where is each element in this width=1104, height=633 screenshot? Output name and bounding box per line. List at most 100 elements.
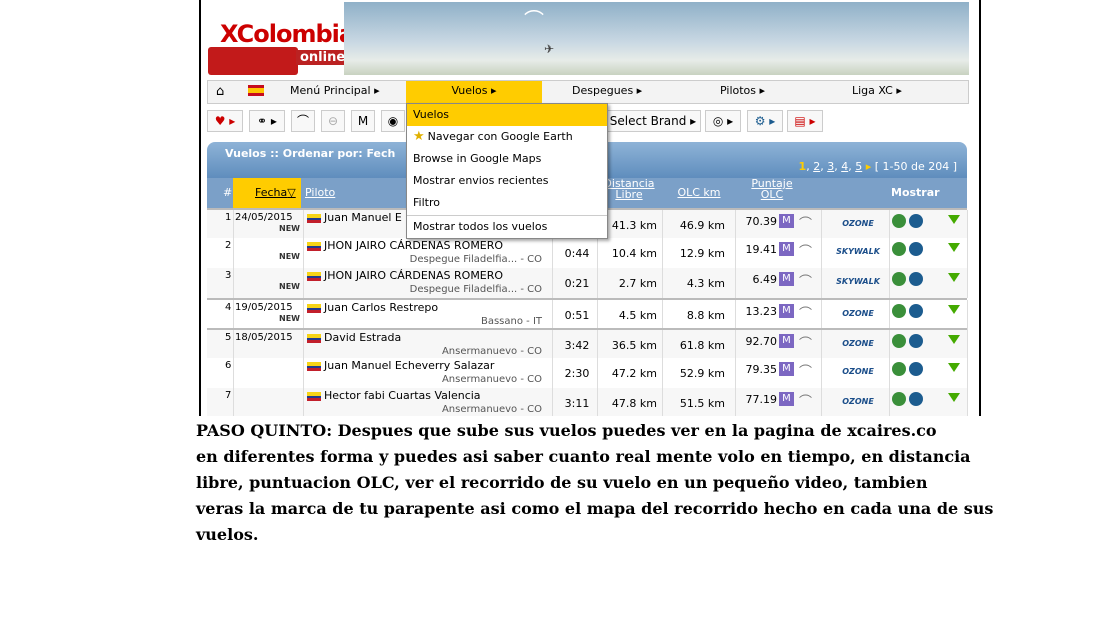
google-earth-icon[interactable] — [909, 304, 923, 318]
pilot-name-link[interactable]: JHON JAIRO CÁRDENAS ROMERO — [324, 239, 503, 252]
olc-icon[interactable]: M — [779, 304, 794, 318]
gear-icon[interactable]: ⚙ ▸ — [747, 110, 783, 132]
table-row[interactable]: 6 Juan Manuel Echeverry Salazar Ansermanue… — [207, 358, 968, 389]
table-row[interactable]: 7 Hector fabi Cuartas Valencia Ansermanuev… — [207, 388, 968, 416]
select-brand-button[interactable]: Select Brand ▸ — [605, 110, 701, 132]
next-page-icon[interactable]: ▸ — [866, 160, 872, 173]
takeoff-site-link[interactable]: Ansermanuevo - CO — [387, 374, 542, 385]
olc-distance: 51.5 km — [679, 397, 725, 410]
column-divider — [303, 238, 304, 268]
pdf-icon[interactable]: ▤ ▸ — [787, 110, 823, 132]
glider-icon: ⌒ — [799, 395, 813, 410]
column-divider — [735, 238, 736, 268]
site-logo[interactable]: XColombia online — [206, 2, 355, 75]
free-distance: 10.4 km — [611, 247, 657, 260]
col-distance[interactable]: Distancia Libre — [599, 178, 659, 200]
row-number: 3 — [225, 270, 232, 281]
map-view-icon[interactable] — [892, 362, 906, 376]
glider-brand-logo: OZONE — [842, 367, 874, 376]
expand-row-icon[interactable] — [948, 243, 960, 252]
takeoff-site-link[interactable]: Despegue Filadelfia... - CO — [387, 254, 542, 265]
glider-brand-logo: OZONE — [842, 339, 874, 348]
pilot-name-link[interactable]: Juan Carlos Restrepo — [324, 301, 438, 314]
expand-row-icon[interactable] — [948, 335, 960, 344]
flight-date: 19/05/2015 — [235, 302, 293, 313]
map-view-icon[interactable] — [892, 214, 906, 228]
pilot-name-link[interactable]: JHON JAIRO CÁRDENAS ROMERO — [324, 269, 503, 282]
table-row[interactable]: 4 19/05/2015 NEW Juan Carlos Restrepo Bassan… — [207, 298, 968, 331]
home-icon[interactable]: ⌂ — [216, 84, 224, 99]
menu-item-despegues[interactable]: Despegues ▸ — [572, 84, 642, 97]
google-earth-icon[interactable] — [909, 334, 923, 348]
glider-icon: ⌒ — [799, 307, 813, 322]
google-earth-icon[interactable] — [909, 272, 923, 286]
col-pilot[interactable]: Piloto — [305, 186, 335, 199]
column-divider — [662, 388, 663, 416]
google-earth-icon[interactable] — [909, 214, 923, 228]
menu-item-pilotos[interactable]: Pilotos ▸ — [720, 84, 765, 97]
olc-icon[interactable]: M — [779, 242, 794, 256]
takeoff-site-link[interactable]: Ansermanuevo - CO — [387, 346, 542, 357]
olc-icon[interactable]: M — [779, 334, 794, 348]
dropdown-item-google-earth[interactable]: ★ Navegar con Google Earth — [407, 126, 607, 148]
takeoff-site-link[interactable]: Bassano - IT — [387, 316, 542, 327]
expand-row-icon[interactable] — [948, 273, 960, 282]
dropdown-item-google-maps[interactable]: Browse in Google Maps — [407, 148, 607, 170]
map-view-icon[interactable] — [892, 334, 906, 348]
pilot-name-link[interactable]: Hector fabi Cuartas Valencia — [324, 389, 481, 402]
country-filter-icon[interactable]: ◉ — [381, 110, 405, 132]
col-olc-km[interactable]: OLC km — [669, 186, 729, 199]
map-view-icon[interactable] — [892, 304, 906, 318]
column-divider — [967, 300, 968, 330]
map-view-icon[interactable] — [892, 242, 906, 256]
olc-icon[interactable]: M — [779, 392, 794, 406]
page-link[interactable]: 5 — [855, 160, 862, 173]
takeoff-site-link[interactable]: Despegue Filadelfia... - CO — [387, 284, 542, 295]
binoculars-icon[interactable]: ⚭ ▸ — [249, 110, 285, 132]
caption-line: veras la marca de tu parapente asi como … — [196, 499, 994, 518]
favorites-heart-icon[interactable]: ♥ ▸ — [207, 110, 243, 132]
dropdown-item-recent[interactable]: Mostrar envios recientes — [407, 170, 607, 192]
olc-icon[interactable]: M — [779, 214, 794, 228]
page-link[interactable]: 3 — [827, 160, 834, 173]
olc-icon[interactable]: M — [779, 272, 794, 286]
dropdown-item-show-all[interactable]: Mostrar todos los vuelos — [407, 215, 607, 237]
col-olc-points[interactable]: Puntaje OLC — [747, 178, 797, 200]
caption-line: vuelos. — [196, 525, 259, 544]
column-divider — [889, 268, 890, 298]
pilot-name-link[interactable]: David Estrada — [324, 331, 401, 344]
google-earth-icon[interactable] — [909, 392, 923, 406]
olc-filter-icon[interactable]: M — [351, 110, 375, 132]
col-date[interactable]: Fecha▽ — [255, 186, 296, 199]
expand-row-icon[interactable] — [948, 393, 960, 402]
menu-item-vuelos[interactable]: Vuelos ▸ — [406, 81, 542, 103]
column-divider — [597, 238, 598, 268]
menu-item-liga-xc[interactable]: Liga XC ▸ — [852, 84, 902, 97]
menu-item-menu-principal[interactable]: Menú Principal ▸ — [290, 84, 380, 97]
map-view-icon[interactable] — [892, 272, 906, 286]
expand-row-icon[interactable] — [948, 363, 960, 372]
takeoff-site-link[interactable]: Ansermanuevo - CO — [387, 404, 542, 415]
table-row[interactable]: 2 NEW JHON JAIRO CÁRDENAS ROMERO Despegue F… — [207, 238, 968, 269]
table-row[interactable]: 5 18/05/2015 David Estrada Ansermanuevo - C… — [207, 328, 968, 361]
page-link[interactable]: 4 — [841, 160, 848, 173]
page-link[interactable]: 2 — [813, 160, 820, 173]
map-view-icon[interactable] — [892, 392, 906, 406]
olc-icon[interactable]: M — [779, 362, 794, 376]
pilot-name-link[interactable]: Juan Manuel E — [324, 211, 402, 224]
expand-row-icon[interactable] — [948, 215, 960, 224]
dropdown-item-filter[interactable]: Filtro — [407, 192, 607, 214]
spain-flag-icon[interactable] — [248, 85, 264, 96]
google-earth-icon[interactable] — [909, 242, 923, 256]
site-header: XColombia online ⌒ ✈ — [201, 0, 979, 78]
table-row[interactable]: 3 NEW JHON JAIRO CÁRDENAS ROMERO Despegue F… — [207, 268, 968, 299]
disabled-filter-icon[interactable]: ⊖ — [321, 110, 345, 132]
google-earth-icon[interactable] — [909, 362, 923, 376]
glider-brand-logo: SKYWALK — [836, 247, 880, 256]
pilot-name-link[interactable]: Juan Manuel Echeverry Salazar — [324, 359, 494, 372]
expand-row-icon[interactable] — [948, 305, 960, 314]
dropdown-item-vuelos[interactable]: Vuelos — [407, 104, 607, 126]
globe-filter-icon[interactable]: ◎ ▸ — [705, 110, 741, 132]
glider-filter-icon[interactable]: ⌒ — [291, 110, 315, 132]
column-divider — [597, 330, 598, 360]
